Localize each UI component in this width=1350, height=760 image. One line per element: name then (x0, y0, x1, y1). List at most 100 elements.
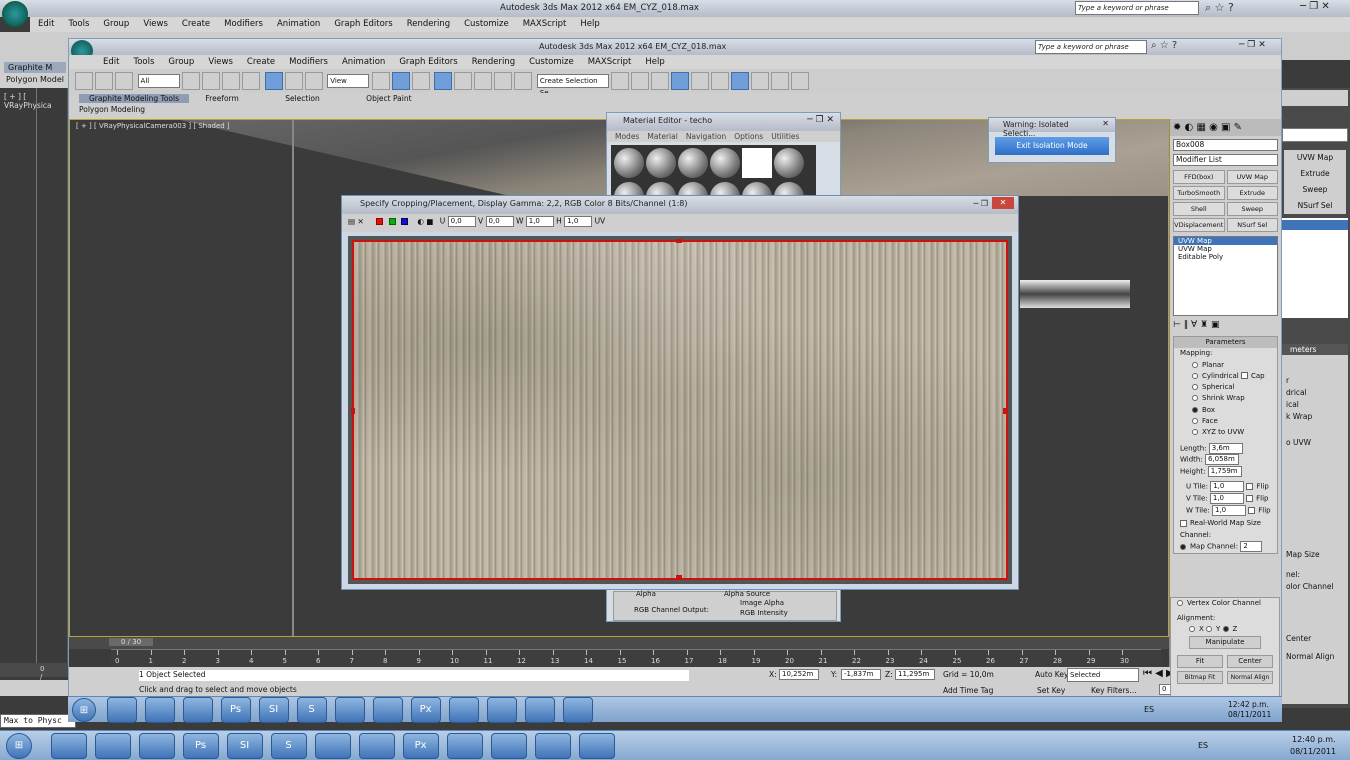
ribbon-tab-graphite[interactable]: Graphite Modeling Tools (79, 94, 190, 103)
outer-modifier-stack[interactable] (1282, 218, 1348, 318)
mat-menu-item[interactable]: Options (734, 132, 763, 141)
outer-taskbar-app[interactable] (94, 733, 131, 759)
rgb-intensity-option[interactable]: RGB Intensity (740, 609, 788, 617)
outer-taskbar-app[interactable] (534, 733, 571, 759)
move-icon[interactable] (264, 72, 283, 90)
fit-button[interactable]: Fit (1177, 655, 1223, 668)
outer-window-controls[interactable]: ─ ❐ ✕ (1300, 1, 1330, 12)
inner-menu-item[interactable]: Customize (529, 57, 574, 67)
u-field[interactable]: 0,0 (447, 216, 476, 227)
stack-item[interactable]: Editable Poly (1174, 253, 1277, 261)
taskbar-app-network[interactable] (486, 697, 517, 723)
add-time-tag[interactable]: Add Time Tag (943, 686, 993, 695)
inner-lang-indicator[interactable]: ES (1144, 705, 1154, 714)
outer-taskbar-app[interactable] (446, 733, 483, 759)
outer-search-input[interactable]: Type a keyword or phrase (1075, 1, 1199, 15)
ref-coord-dropdown[interactable]: View (327, 74, 370, 88)
sample-slot[interactable] (710, 148, 740, 178)
radio-align-y[interactable] (1206, 626, 1213, 632)
parameters-title[interactable]: Parameters (1174, 337, 1277, 349)
mat-menu-item[interactable]: Modes (615, 132, 639, 141)
timeline-ruler[interactable]: 0 1 2 3 4 5 6 7 8 9 10 11 12 13 14 15 16 17 18 19 20 21 22 23 24… (111, 649, 1161, 667)
taskbar-app-photoshop[interactable]: Ps (220, 697, 251, 723)
inner-menu-item[interactable]: Edit (103, 57, 119, 67)
height-field[interactable]: 1,759m (1207, 466, 1242, 478)
image-alpha-option[interactable]: Image Alpha (740, 599, 784, 607)
flip-v-checkbox[interactable] (1246, 494, 1254, 502)
stack-item[interactable]: UVW Map (1174, 245, 1277, 253)
inner-menu-item[interactable]: Animation (342, 57, 385, 67)
crop-handle-top[interactable] (676, 239, 682, 243)
outer-menu-item[interactable]: Modifiers (224, 19, 263, 29)
crop-close-icon[interactable]: ✕ (992, 197, 1014, 209)
outer-menu-item[interactable]: Animation (277, 19, 320, 29)
max-app-icon[interactable] (2, 1, 28, 27)
taskbar-app-media[interactable] (144, 697, 175, 723)
stack-item[interactable]: UVW Map (1174, 237, 1277, 245)
render-setup-icon[interactable] (751, 72, 770, 90)
taskbar-app-skype[interactable]: S (296, 697, 327, 723)
scale-icon[interactable] (304, 72, 323, 90)
lang-indicator[interactable]: ES (1198, 741, 1208, 750)
outer-taskbar-app[interactable] (490, 733, 527, 759)
green-channel-toggle[interactable] (388, 218, 396, 225)
radio-shrinkwrap[interactable] (1192, 395, 1198, 402)
center-button[interactable]: Center (1227, 655, 1273, 668)
radio-box[interactable] (1192, 406, 1198, 413)
taskbar-app-px[interactable]: Px (410, 697, 441, 723)
inner-clock-date[interactable]: 08/11/2011 (1228, 710, 1271, 719)
outer-menu-item[interactable]: Group (103, 19, 129, 29)
radio-xyz[interactable] (1192, 429, 1198, 436)
mat-menu-item[interactable]: Utilities (771, 132, 799, 141)
inner-menu-item[interactable]: Graph Editors (399, 57, 457, 67)
inner-menu-item[interactable]: Create (247, 57, 275, 67)
outer-center-button[interactable]: Center (1286, 633, 1344, 645)
outer-menu-item[interactable]: Rendering (407, 19, 450, 29)
outer-start-button[interactable]: ⊞ (6, 733, 32, 759)
key-filters-button[interactable]: Key Filters... (1091, 686, 1137, 695)
layer-manager-icon[interactable] (651, 72, 670, 90)
blue-channel-toggle[interactable] (400, 218, 408, 225)
outer-taskbar-app[interactable] (314, 733, 351, 759)
red-channel-toggle[interactable] (376, 218, 384, 225)
angle-snap-icon[interactable] (454, 72, 473, 90)
outer-taskbar-app[interactable] (578, 733, 615, 759)
outer-menu-item[interactable]: Graph Editors (334, 19, 392, 29)
inner-window-controls[interactable]: ─ ❐ ✕ (1239, 40, 1266, 50)
outer-taskbar-app[interactable]: SI (226, 733, 263, 759)
taskbar-app-sketchup[interactable]: SI (258, 697, 289, 723)
align-icon[interactable] (631, 72, 650, 90)
outer-cmd-tabs[interactable] (1282, 90, 1348, 106)
outer-taskbar-app[interactable] (358, 733, 395, 759)
sample-slot[interactable] (742, 148, 772, 178)
inner-menu-item[interactable]: Modifiers (289, 57, 328, 67)
outer-menu-item[interactable]: Create (182, 19, 210, 29)
outer-normal-align[interactable]: Normal Align (1286, 651, 1344, 663)
outer-maxscript-listener[interactable]: Max to Physc (0, 714, 76, 728)
radio-vertex-color[interactable] (1177, 600, 1183, 606)
outer-mod-button[interactable]: Sweep (1284, 182, 1346, 198)
curve-editor-icon[interactable] (691, 72, 710, 90)
inner-menu-item[interactable]: Group (168, 57, 194, 67)
frame-counter[interactable]: 0 / 30 (109, 638, 154, 646)
inner-menu-item[interactable]: Tools (133, 57, 154, 67)
rect-select-icon[interactable] (222, 72, 241, 90)
window-crossing-icon[interactable] (242, 72, 261, 90)
stack-tools-icons[interactable]: ⊢ ‖ ∀ ♜ ▣ (1173, 320, 1278, 330)
taskbar-app-folder[interactable] (448, 697, 479, 723)
flip-w-checkbox[interactable] (1248, 506, 1256, 514)
crop-min-max[interactable]: ─ ❐ (973, 199, 988, 208)
mirror-icon[interactable] (611, 72, 630, 90)
select-by-name-icon[interactable] (202, 72, 221, 90)
named-selection-dropdown[interactable]: Create Selection Se (536, 74, 609, 97)
sample-slot[interactable] (646, 148, 676, 178)
inner-search-input[interactable]: Type a keyword or phrase (1035, 40, 1147, 54)
sample-slot[interactable] (774, 148, 804, 178)
outer-stack-selected[interactable] (1282, 220, 1348, 230)
crop-handle-right[interactable] (1003, 408, 1007, 414)
h-field[interactable]: 1,0 (564, 216, 593, 227)
save-icon[interactable]: ▤ ✕ (348, 217, 364, 226)
modifier-stack[interactable]: UVW Map UVW Map Editable Poly (1173, 236, 1278, 316)
manipulate-button[interactable]: Manipulate (1189, 636, 1261, 649)
material-editor-controls[interactable]: ─ ❐ ✕ (807, 115, 834, 125)
